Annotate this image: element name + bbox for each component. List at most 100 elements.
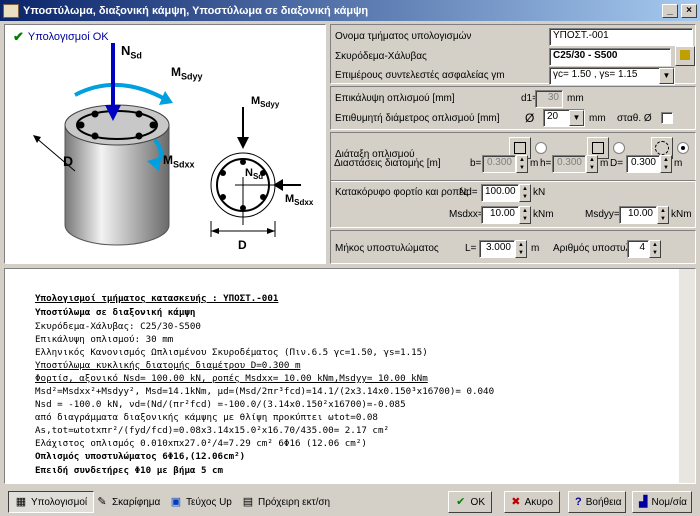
material-input[interactable]: C25/30 - S500: [549, 48, 671, 66]
title-bar: Υποστύλωμα, διαξονική κάμψη, Υποστύλωμα …: [0, 0, 700, 21]
b-label: b=: [470, 158, 482, 169]
report-line: από διαγράμματα διαξονικής κάμψης με θλί…: [35, 412, 378, 423]
question-icon: ?: [575, 496, 582, 508]
constant-diameter-checkbox[interactable]: [661, 112, 673, 124]
group-general: Ονομα τμήματος υπολογισμών ΥΠΟΣΤ.-001 Σκ…: [330, 24, 696, 85]
draft-print-button[interactable]: ▤ Πρόχειρη εκτ/ση: [236, 491, 336, 513]
column-diagram: ✔ Υπολογισμοί OK NSd MSdyy MSdxx D MSdyy…: [4, 24, 326, 264]
fig2-diameter-label: D: [238, 238, 247, 252]
calculator-icon: ▦: [15, 496, 27, 508]
loads-label: Κατακόρυφο φορτίο και ροπές: [335, 187, 469, 198]
dimensions-label: Διαστάσεις διατομής [m]: [334, 158, 441, 169]
column-count-label: Αριθμός υποστυλ.: [553, 243, 634, 254]
msdxx-spinner[interactable]: ▲ ▼: [519, 206, 531, 224]
bar-diameter-label: Επιθυμητή διάμετρος οπλισμού [mm]: [335, 113, 500, 124]
input-form: Ονομα τμήματος υπολογισμών ΥΠΟΣΤ.-001 Σκ…: [330, 24, 696, 264]
length-label: Μήκος υποστυλώματος: [335, 243, 439, 254]
group-cover: Επικάλυψη οπλισμού [mm] d1= 30 mm Επιθυμ…: [330, 86, 696, 130]
column-figure: [33, 43, 301, 246]
window-title: Υποστύλωμα, διαξονική κάμψη, Υποστύλωμα …: [23, 4, 369, 17]
msdyy-input[interactable]: 10.00: [619, 206, 657, 224]
report-line: Υποστύλωμα κυκλικής διατομής διαμέτρου D…: [35, 360, 301, 371]
material-select-button[interactable]: [675, 46, 695, 66]
group-length: Μήκος υποστυλώματος L= 3.000 ▲ ▼ m Αριθμό…: [330, 230, 696, 264]
group-loads: Κατακόρυφο φορτίο και ροπές Nd= 100.00 ▲…: [330, 180, 696, 228]
print-button[interactable]: ▣ Τεύχος Up: [164, 491, 238, 513]
column-count-spinner[interactable]: ▲ ▼: [649, 240, 661, 258]
safety-factors-select[interactable]: γc= 1.50 , γs= 1.15 ▼: [549, 67, 675, 85]
bar-unit: mm: [589, 113, 606, 124]
nd-input[interactable]: 100.00: [481, 184, 519, 202]
report-scrollbar[interactable]: [679, 269, 695, 483]
l-label: L=: [465, 243, 477, 254]
b-spinner[interactable]: ▲ ▼: [516, 155, 528, 173]
calc-report: Υπολογισμοί τμήματος κατασκευής : ΥΠΟΣΤ.…: [4, 268, 696, 484]
report-line: Υπολογισμοί τμήματος κατασκευής : ΥΠΟΣΤ.…: [35, 293, 279, 304]
cover-unit: mm: [567, 93, 584, 104]
report-line: Nsd = -100.0 kN, νd=(Nd/(πr²fcd) =-100.0…: [35, 399, 406, 410]
msdxx-input[interactable]: 10.00: [481, 206, 519, 224]
report-line: Επειδή συνδετήρες Φ10 με βήμα 5 cm: [35, 465, 224, 476]
d-spinner[interactable]: ▲ ▼: [660, 155, 672, 173]
cancel-button[interactable]: ✖ Ακυρο: [504, 491, 560, 513]
report-line: Υποστύλωμα σε διαξονική κάμψη: [35, 307, 196, 318]
msdyy-label: MSdyy: [171, 65, 203, 82]
button-bar: ▦ Υπολογισμοί ✎ Σκαρίφημα ▣ Τεύχος Up ▤ Πρόχ…: [0, 488, 700, 516]
diameter-label: D: [63, 153, 74, 169]
report-line: Msd²=Msdxx²+Msdyy², Msd=14.1kNm, μd=(Msd…: [35, 386, 495, 397]
help-button[interactable]: ? Βοήθεια: [568, 491, 626, 513]
diameter-symbol: Ø: [525, 111, 535, 125]
nd-label: Nd=: [459, 187, 478, 198]
b-input[interactable]: 0.300: [482, 155, 516, 173]
fig2-msdxx-label: MSdxx: [285, 193, 314, 208]
chevron-down-icon: ▼: [659, 68, 674, 84]
app-icon: [3, 3, 19, 18]
d-label: D=: [610, 158, 624, 169]
printer-icon: ▤: [242, 496, 254, 508]
report-line: Οπλισμός υποστυλώματος 6Φ16,(12.06cm²): [35, 451, 246, 462]
close-button[interactable]: ×: [681, 3, 697, 18]
h-unit: m: [600, 158, 609, 169]
report-line: Ελάχιστος οπλισμός 0.010xπx27.0²/4=7.29 …: [35, 438, 367, 449]
ok-button[interactable]: ✔ ΟΚ: [448, 491, 492, 513]
d-input[interactable]: 0.300: [626, 155, 660, 173]
report-line: Ελληνικός Κανονισμός Ωπλισμένου Σκυροδέμ…: [35, 347, 428, 358]
report-line: Σκυρόδεμα-Χάλυβας: C25/30-S500: [35, 321, 201, 332]
length-input[interactable]: 3.000: [479, 240, 515, 258]
constant-diameter-label: σταθ. Ø: [617, 113, 652, 124]
d-unit: m: [674, 158, 683, 169]
report-line: Φορτίσ, αξονικό Nsd= 100.00 kN, ροπές Ms…: [35, 373, 428, 384]
cross-icon: ✖: [511, 496, 521, 508]
calc-button[interactable]: ▦ Υπολογισμοί: [8, 491, 95, 513]
l-unit: m: [531, 243, 540, 254]
column-count-input[interactable]: 4: [627, 240, 649, 258]
nsd-label: NSd: [121, 43, 142, 61]
sketch-button[interactable]: ✎ Σκαρίφημα: [90, 491, 166, 513]
cover-input[interactable]: 30: [535, 90, 563, 108]
msdyy-spinner[interactable]: ▲ ▼: [657, 206, 669, 224]
length-spinner[interactable]: ▲ ▼: [515, 240, 527, 258]
h-label: h=: [540, 158, 552, 169]
h-spinner[interactable]: ▲ ▼: [586, 155, 598, 173]
coins-icon: ▟: [639, 496, 648, 508]
units-button[interactable]: ▟ Νομ/σία: [632, 491, 692, 513]
h-input[interactable]: 0.300: [552, 155, 586, 173]
safety-label: Επιμέρους συντελεστές ασφαλείας γm: [335, 70, 505, 81]
msdyy-unit: kNm: [671, 209, 692, 220]
msdxx-unit: kNm: [533, 209, 554, 220]
minimize-button[interactable]: _: [662, 3, 678, 18]
report-line: Επικάλυψη οπλισμού: 30 mm: [35, 334, 174, 345]
nd-unit: kN: [533, 187, 546, 198]
section-name-input[interactable]: ΥΠΟΣΤ.-001: [549, 28, 693, 46]
book-icon: ▣: [170, 496, 182, 508]
material-label: Σκυρόδεμα-Χάλυβας: [335, 51, 427, 62]
bar-diameter-select[interactable]: 20 ▼: [543, 109, 585, 127]
report-line: As,tot=ωtotxπr²/(fyd/fcd)=0.08x3.14x15.0…: [35, 425, 390, 436]
fig2-msdyy-label: MSdyy: [251, 95, 280, 110]
pencil-icon: ✎: [97, 496, 107, 508]
fig2-nsd-label: NSd: [245, 167, 264, 182]
cover-label: Επικάλυψη οπλισμού [mm]: [335, 93, 455, 104]
nd-spinner[interactable]: ▲ ▼: [519, 184, 531, 202]
b-unit: m: [530, 158, 539, 169]
msdyy-input-label: Msdyy=: [585, 209, 620, 220]
